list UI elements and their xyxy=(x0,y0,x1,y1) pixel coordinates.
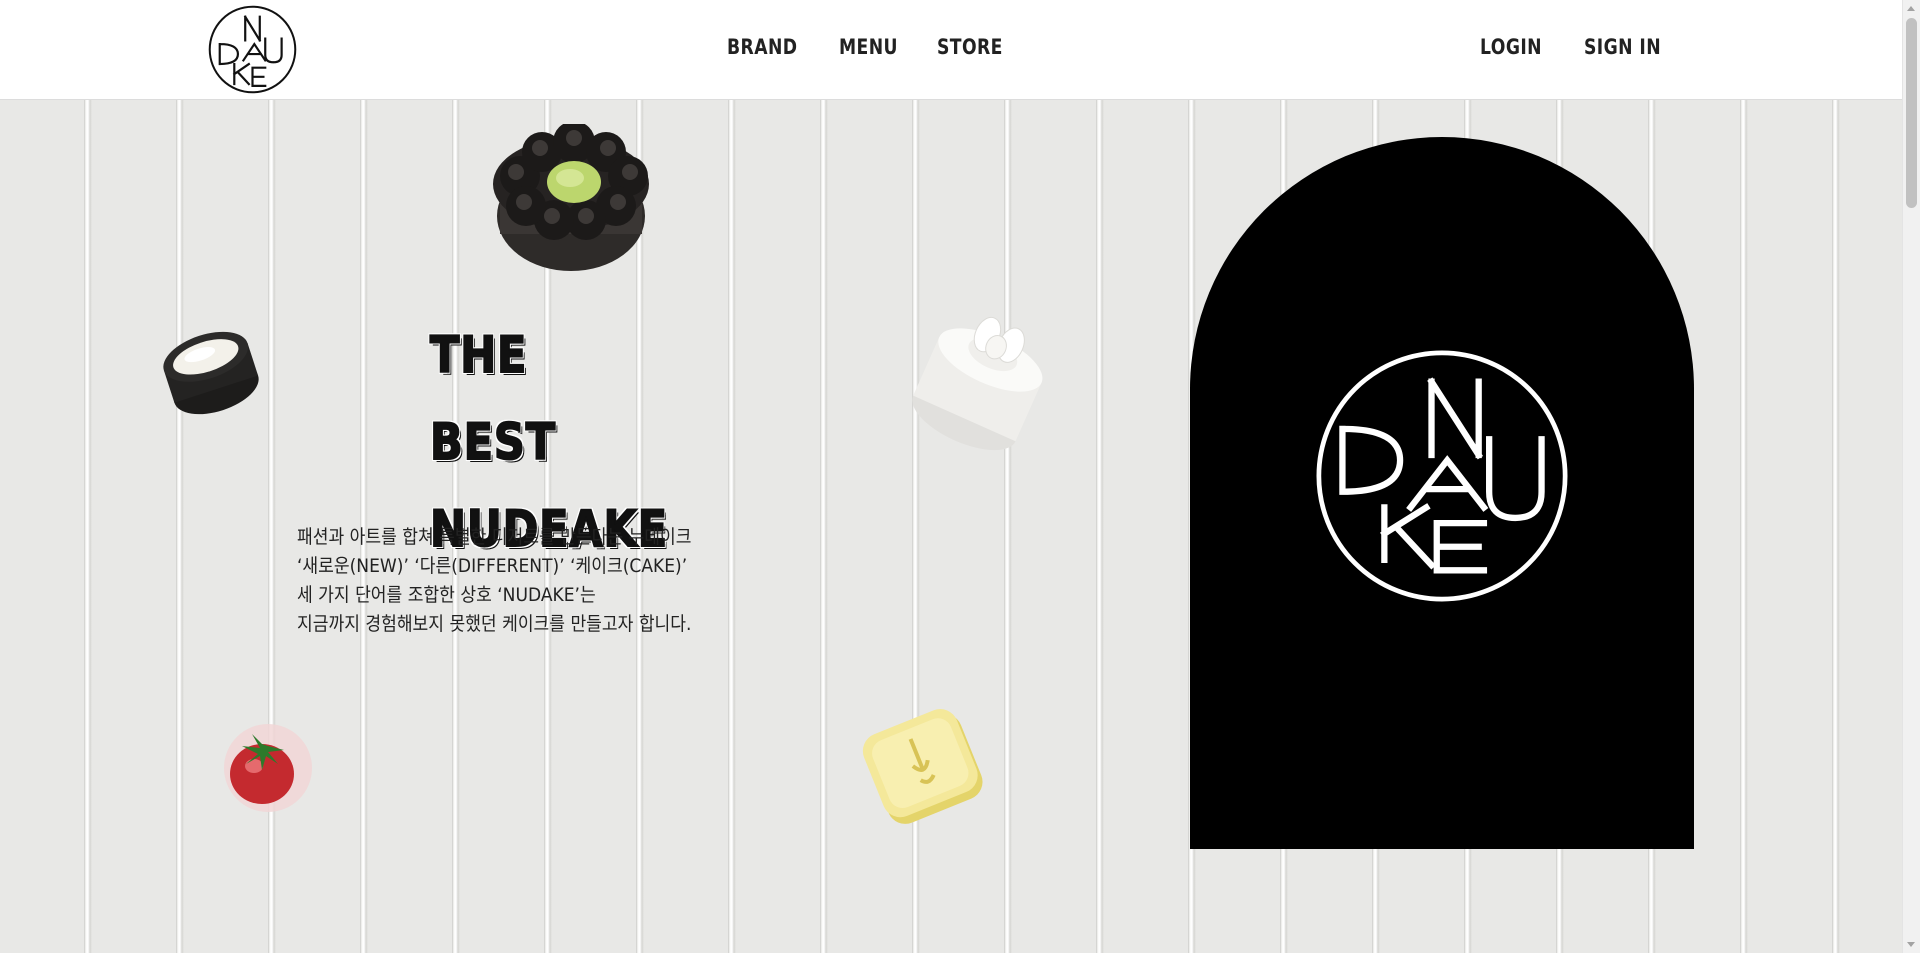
nudake-logo-icon[interactable] xyxy=(207,4,298,95)
black-cake-image xyxy=(493,124,649,271)
black-arch-panel xyxy=(1190,137,1694,849)
scroll-down-arrow-icon[interactable] xyxy=(1907,942,1915,947)
nudake-emblem-icon xyxy=(1316,350,1568,602)
description-line-4: 지금까지 경험해보지 못했던 케이크를 만들고자 합니다. xyxy=(297,613,692,635)
login-link[interactable]: LOGIN xyxy=(1480,35,1542,59)
description-line-3: 세 가지 단어를 조합한 상호 ‘NUDAKE’는 xyxy=(297,584,596,606)
tomato-dessert-image xyxy=(224,724,312,812)
description-line-2: ‘새로운(NEW)’ ‘다른(DIFFERENT)’ ‘케이크(CAKE)’ xyxy=(297,555,688,577)
scroll-up-arrow-icon[interactable] xyxy=(1907,6,1915,11)
scrollbar-thumb[interactable] xyxy=(1906,18,1917,208)
white-cake-image xyxy=(912,316,1043,451)
nav-brand[interactable]: BRAND xyxy=(727,35,797,59)
sign-in-link[interactable]: SIGN IN xyxy=(1584,35,1661,59)
hero-description: 패션과 아트를 합쳐 특별한 디저트를 만든다는 누데이크 ‘새로운(NEW)’… xyxy=(297,523,735,639)
description-line-1: 패션과 아트를 합쳐 특별한 디저트를 만든다는 누데이크 xyxy=(297,526,692,548)
user-nav: LOGIN SIGN IN xyxy=(1480,35,1706,59)
headline-line-1: THE BEST xyxy=(429,325,556,472)
page-scrollbar[interactable] xyxy=(1902,0,1920,953)
main-nav: BRAND MENU STORE xyxy=(727,35,1043,59)
site-header: BRAND MENU STORE LOGIN SIGN IN xyxy=(0,0,1902,100)
nav-menu[interactable]: MENU xyxy=(839,35,898,59)
nav-store[interactable]: STORE xyxy=(937,35,1003,59)
black-tart-image xyxy=(163,331,259,415)
butter-dessert-image xyxy=(862,709,983,824)
